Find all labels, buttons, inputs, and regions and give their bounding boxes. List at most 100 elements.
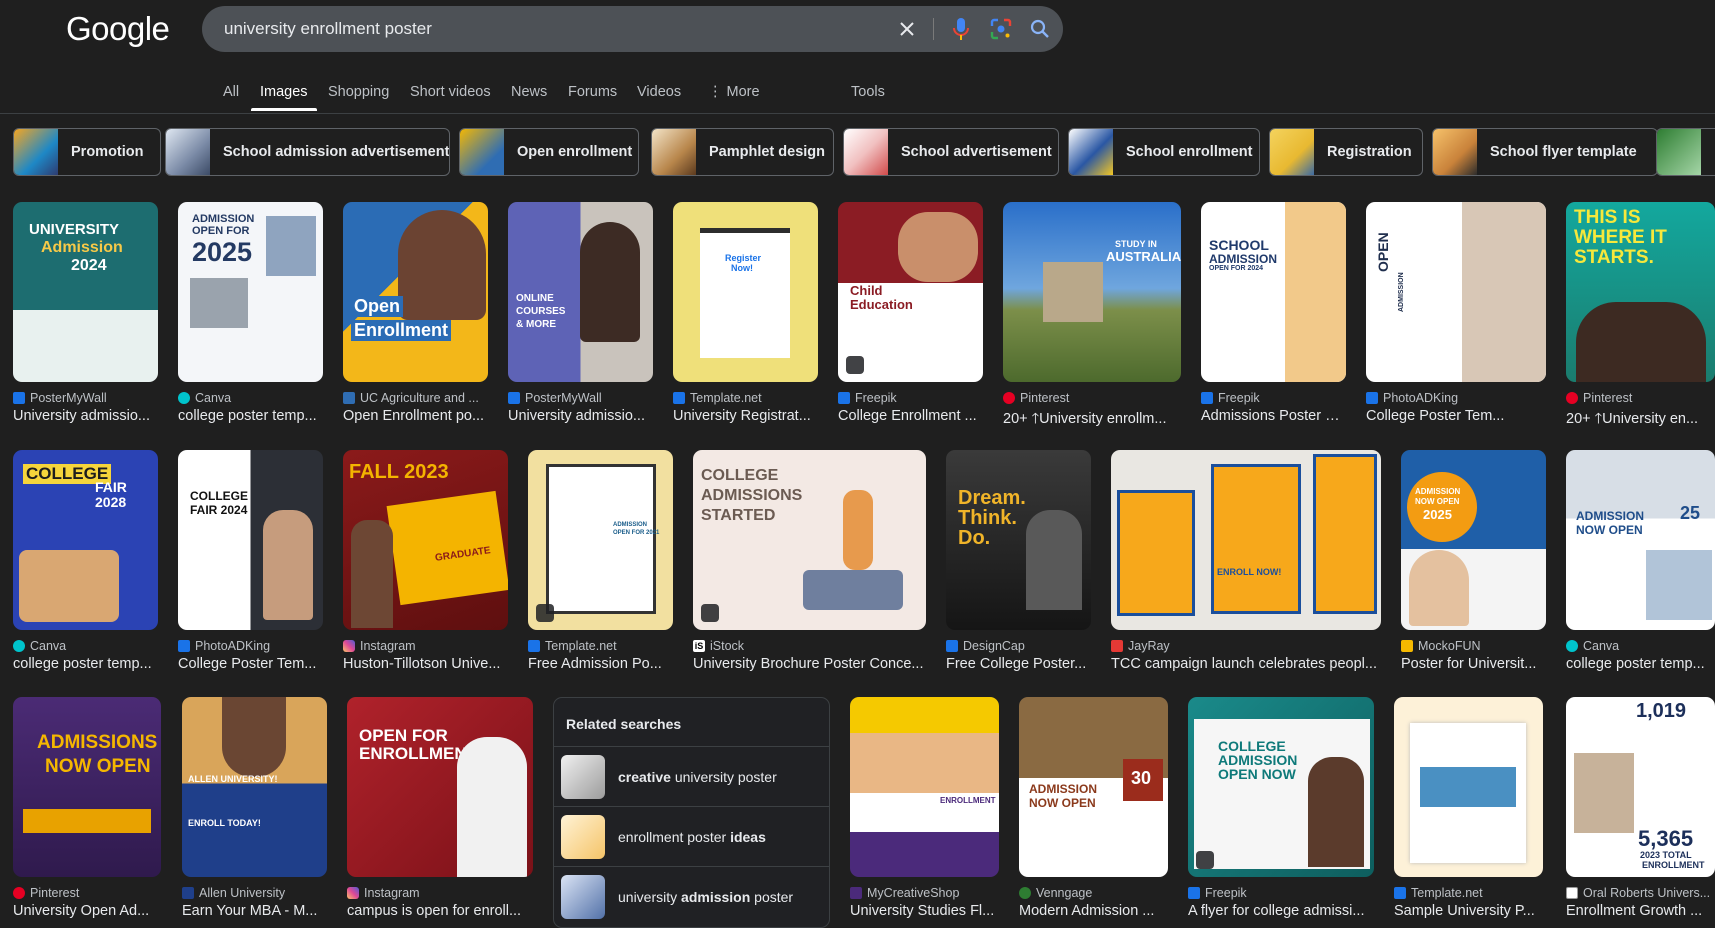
related-search-item[interactable]: enrollment poster ideas	[554, 806, 829, 866]
result-thumbnail[interactable]: COLLEGE FAIR 2028	[13, 450, 158, 630]
chip-pamphlet-design[interactable]: Pamphlet design	[651, 128, 834, 176]
clear-icon[interactable]	[892, 6, 922, 52]
result-thumbnail[interactable]: COLLEGE ADMISSION OPEN NOW	[1188, 697, 1374, 877]
result-source[interactable]: Pinterest	[1003, 391, 1069, 405]
result-thumbnail[interactable]: ADMISSION NOW OPEN 30	[1019, 697, 1168, 877]
result-title[interactable]: Free Admission Po...	[528, 656, 673, 672]
result-thumbnail[interactable]: Open Enrollment	[343, 202, 488, 382]
result-title[interactable]: University Studies Fl...	[850, 903, 999, 919]
result-source[interactable]: Canva	[13, 639, 66, 653]
result-thumbnail[interactable]	[1394, 697, 1543, 877]
result-thumbnail[interactable]: ADMISSION OPEN FOR 2021	[528, 450, 673, 630]
tab-images[interactable]: Images	[260, 84, 308, 100]
result-thumbnail[interactable]: Register Now!	[673, 202, 818, 382]
google-lens-icon[interactable]	[986, 6, 1016, 52]
result-title[interactable]: Open Enrollment po...	[343, 408, 488, 424]
result-thumbnail[interactable]: UNIVERSITY Admission 2024	[13, 202, 158, 382]
result-source[interactable]: Oral Roberts Univers...	[1566, 886, 1710, 900]
result-source[interactable]: Instagram	[347, 886, 420, 900]
result-source[interactable]: JayRay	[1111, 639, 1170, 653]
result-title[interactable]: TCC campaign launch celebrates peopl...	[1111, 656, 1381, 672]
result-title[interactable]: 20+ 🡑University enrollm...	[1003, 408, 1181, 433]
result-thumbnail[interactable]: ALLEN UNIVERSITY! ENROLL TODAY!	[182, 697, 327, 877]
result-thumbnail[interactable]: ADMISSIONS NOW OPEN	[13, 697, 161, 877]
chip-open-enrollment[interactable]: Open enrollment	[459, 128, 639, 176]
result-source[interactable]: Pinterest	[13, 886, 79, 900]
result-source[interactable]: PhotoADKing	[178, 639, 270, 653]
result-source[interactable]: MyCreativeShop	[850, 886, 959, 900]
result-title[interactable]: Modern Admission ...	[1019, 903, 1168, 919]
tools-button[interactable]: Tools	[851, 84, 885, 100]
result-title[interactable]: University Registrat...	[673, 408, 818, 424]
result-thumbnail[interactable]: ENROLLMENT	[850, 697, 999, 877]
result-thumbnail[interactable]: STUDY IN AUSTRALIA	[1003, 202, 1181, 382]
result-title[interactable]: college poster temp...	[13, 656, 158, 672]
result-title[interactable]: College Poster Tem...	[1366, 408, 1546, 424]
chip-school-flyer-template[interactable]: School flyer template	[1432, 128, 1658, 176]
result-title[interactable]: Earn Your MBA - M...	[182, 903, 327, 919]
tab-news[interactable]: News	[511, 84, 547, 100]
tab-all[interactable]: All	[223, 84, 239, 100]
result-source[interactable]: Freepik	[838, 391, 897, 405]
chip-school-admission-advertisement[interactable]: School admission advertisement	[165, 128, 450, 176]
result-title[interactable]: Huston-Tillotson Unive...	[343, 656, 508, 672]
result-title[interactable]: University admissio...	[13, 408, 158, 424]
search-icon[interactable]	[1025, 6, 1055, 52]
result-title[interactable]: College Poster Tem...	[178, 656, 323, 672]
result-thumbnail[interactable]: ONLINE COURSES & MORE	[508, 202, 653, 382]
search-input[interactable]: university enrollment poster	[224, 19, 432, 39]
result-thumbnail[interactable]: ADMISSION NOW OPEN 25	[1566, 450, 1715, 630]
result-source[interactable]: Venngage	[1019, 886, 1092, 900]
result-thumbnail[interactable]: ADMISSION OPEN FOR 2025	[178, 202, 323, 382]
result-source[interactable]: Freepik	[1188, 886, 1247, 900]
tab-videos[interactable]: Videos	[637, 84, 681, 100]
result-thumbnail[interactable]: Child Education	[838, 202, 983, 382]
result-source[interactable]: Pinterest	[1566, 391, 1632, 405]
tab-more[interactable]: ⋮ More	[708, 84, 760, 100]
search-bar[interactable]: university enrollment poster	[202, 6, 1063, 52]
result-title[interactable]: Poster for Universit...	[1401, 656, 1546, 672]
result-source[interactable]: iS iStock	[693, 639, 744, 653]
result-source[interactable]: MockoFUN	[1401, 639, 1481, 653]
google-logo[interactable]: Google	[66, 10, 170, 48]
result-source[interactable]: PosterMyWall	[508, 391, 602, 405]
result-thumbnail[interactable]: 1,019 5,365 2023 TOTAL ENROLLMENT	[1566, 697, 1715, 877]
result-title[interactable]: Free College Poster...	[946, 656, 1091, 672]
chip-school-advertisement[interactable]: School advertisement	[843, 128, 1059, 176]
result-title[interactable]: A flyer for college admissi...	[1188, 903, 1374, 919]
tab-shopping[interactable]: Shopping	[328, 84, 389, 100]
related-search-item[interactable]: creative university poster	[554, 746, 829, 806]
result-title[interactable]: University Open Ad...	[13, 903, 161, 919]
result-thumbnail[interactable]: SCHOOL ADMISSION OPEN FOR 2024	[1201, 202, 1346, 382]
chip-school-enrollment[interactable]: School enrollment	[1068, 128, 1260, 176]
result-thumbnail[interactable]: OPEN FOR ENROLLMENT	[347, 697, 533, 877]
result-title[interactable]: campus is open for enroll...	[347, 903, 533, 919]
result-thumbnail[interactable]: COLLEGE ADMISSIONS STARTED	[693, 450, 926, 630]
result-source[interactable]: Template.net	[1394, 886, 1483, 900]
result-source[interactable]: Allen University	[182, 886, 285, 900]
result-title[interactable]: College Enrollment ...	[838, 408, 983, 424]
chip-overflow[interactable]	[1656, 128, 1715, 176]
result-title[interactable]: Sample University P...	[1394, 903, 1543, 919]
result-source[interactable]: Canva	[178, 391, 231, 405]
result-title[interactable]: Enrollment Growth ...	[1566, 903, 1715, 919]
result-title[interactable]: college poster temp...	[1566, 656, 1715, 672]
result-source[interactable]: DesignCap	[946, 639, 1025, 653]
result-thumbnail[interactable]: THIS IS WHERE IT STARTS.	[1566, 202, 1715, 382]
result-title[interactable]: University Brochure Poster Conce...	[693, 656, 926, 672]
result-source[interactable]: Freepik	[1201, 391, 1260, 405]
result-thumbnail[interactable]: FALL 2023 GRADUATE	[343, 450, 508, 630]
tab-forums[interactable]: Forums	[568, 84, 617, 100]
result-source[interactable]: PosterMyWall	[13, 391, 107, 405]
result-source[interactable]: PhotoADKing	[1366, 391, 1458, 405]
microphone-icon[interactable]	[946, 6, 976, 52]
result-title[interactable]: Admissions Poster PSD, ...	[1201, 408, 1346, 424]
result-source[interactable]: UC Agriculture and ...	[343, 391, 479, 405]
related-search-item[interactable]: university admission poster	[554, 866, 829, 926]
chip-registration[interactable]: Registration	[1269, 128, 1423, 176]
tab-short-videos[interactable]: Short videos	[410, 84, 491, 100]
chip-promotion[interactable]: Promotion	[13, 128, 161, 176]
result-source[interactable]: Canva	[1566, 639, 1619, 653]
result-thumbnail[interactable]: Dream. Think. Do.	[946, 450, 1091, 630]
result-thumbnail[interactable]: ENROLL NOW!	[1111, 450, 1381, 630]
